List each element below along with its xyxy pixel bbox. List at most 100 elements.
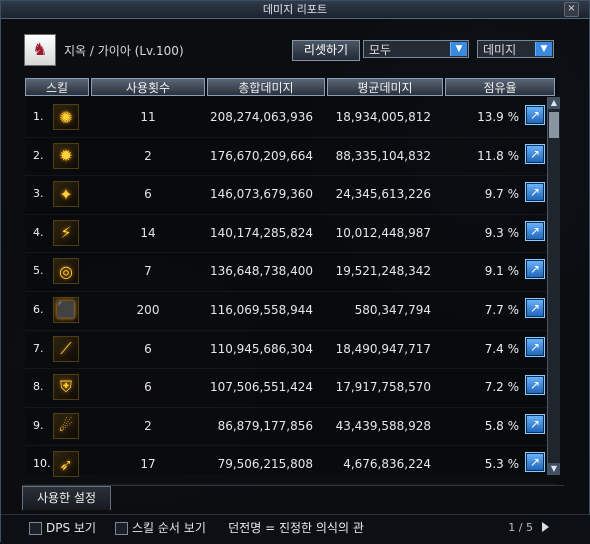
rank-label: 4. [33,225,44,239]
tab-used-settings[interactable]: 사용한 설정 [22,486,111,510]
uses-value: 11 [140,110,156,124]
spark-icon: ✦ [53,181,79,208]
table-row: 8. ⛨ 6 107,506,551,424 17,917,758,570 7.… [25,369,557,408]
window-titlebar: 데미지 리포트 × [1,1,589,19]
metric-value: 데미지 [483,43,517,57]
uses-value: 200 [136,302,160,317]
share-icon[interactable]: ↗ [525,182,545,203]
lance-icon: ➶ [53,451,79,478]
total-damage-value: 116,069,558,944 [209,302,313,317]
average-damage-value: 10,012,448,987 [335,225,431,240]
share-value: 9.7 % [484,187,519,202]
share-value: 5.8 % [484,418,519,433]
chevron-down-icon: ▼ [450,42,467,56]
share-icon[interactable]: ↗ [525,297,545,318]
share-value: 7.4 % [484,341,519,356]
rank-label: 8. [33,380,44,394]
flash-icon: ⚡ [53,219,79,246]
average-damage-value: 17,917,758,570 [335,380,431,395]
uses-value: 6 [144,341,152,356]
share-icon[interactable]: ↗ [525,336,545,357]
damage-table: 스킬 사용횟수 총합데미지 평균데미지 점유율 1. ✺ 11 208,274,… [25,78,557,485]
share-value: 7.7 % [484,302,519,317]
uses-value: 2 [144,148,152,163]
filter-value: 모두 [369,43,392,57]
total-damage-value: 176,670,209,664 [209,148,313,163]
rank-label: 7. [33,341,44,355]
total-damage-value: 110,945,686,304 [209,341,313,356]
share-value: 7.2 % [484,380,519,395]
average-damage-value: 18,490,947,717 [335,341,431,356]
uses-value: 17 [140,457,156,472]
total-damage-value: 140,174,285,824 [209,225,313,240]
slash-icon: ⟋ [53,335,79,362]
total-damage-value: 79,506,215,808 [217,457,313,472]
total-damage-value: 107,506,551,424 [209,380,313,395]
rank-label: 10. [33,457,51,471]
uses-value: 6 [144,187,152,202]
close-icon[interactable]: × [564,2,579,17]
table-row: 9. ☄ 2 86,879,177,856 43,439,588,928 5.8… [25,408,557,447]
total-damage-value: 146,073,679,360 [209,187,313,202]
metric-dropdown[interactable]: 데미지 ▼ [477,40,554,58]
average-damage-value: 19,521,248,342 [335,264,431,279]
share-icon[interactable]: ↗ [525,452,545,473]
shield-icon: ⛨ [53,374,79,401]
uses-value: 14 [140,225,156,240]
share-icon[interactable]: ↗ [525,105,545,125]
next-page-icon[interactable] [542,522,549,532]
average-damage-value: 4,676,836,224 [343,457,431,472]
average-damage-value: 580,347,794 [354,302,431,317]
player-avatar: ♞ [24,34,56,66]
total-damage-value: 208,274,063,936 [209,110,313,124]
share-value: 9.1 % [484,264,519,279]
scroll-thumb[interactable] [549,112,559,138]
rank-label: 3. [33,187,44,201]
reset-button[interactable]: 리셋하기 [292,40,360,61]
column-average-damage: 평균데미지 [327,78,443,96]
rank-label: 5. [33,264,44,278]
shield-pulse-icon: ⬛ [53,296,79,323]
share-icon[interactable]: ↗ [525,413,545,434]
table-row: 3. ✦ 6 146,073,679,360 24,345,613,226 9.… [25,176,557,215]
share-value: 5.3 % [484,457,519,472]
footer-bar: DPS 보기 스킬 순서 보기 던전명 = 진정한 의식의 관 1 / 5 [1,514,590,544]
scroll-down-icon[interactable]: ▼ [548,463,560,475]
total-damage-value: 136,648,738,400 [209,264,313,279]
share-value: 9.3 % [484,225,519,240]
table-row: 2. ✹ 2 176,670,209,664 88,335,104,832 11… [25,138,557,177]
share-icon[interactable]: ↗ [525,375,545,396]
filter-dropdown[interactable]: 모두 ▼ [363,40,469,58]
damage-report-window: 데미지 리포트 × ♞ 지옥 / 가이아 (Lv.100) 리셋하기 모두 ▼ … [0,0,590,544]
window-title: 데미지 리포트 [262,3,328,16]
average-damage-value: 24,345,613,226 [335,187,431,202]
rank-label: 1. [33,110,44,123]
table-rows: 1. ✺ 11 208,274,063,936 18,934,005,812 1… [25,99,557,485]
share-icon[interactable]: ↗ [525,143,545,164]
scroll-up-icon[interactable]: ▲ [548,97,560,109]
average-damage-value: 88,335,104,832 [335,148,431,163]
total-damage-value: 86,879,177,856 [217,418,313,433]
table-scrollbar[interactable]: ▲ ▼ [547,97,560,475]
table-row: 5. ◎ 7 136,648,738,400 19,521,248,342 9.… [25,253,557,292]
share-value: 11.8 % [477,148,519,163]
column-total-damage: 총합데미지 [207,78,325,96]
rank-label: 6. [33,302,44,316]
dungeon-hint: 던전명 = 진정한 의식의 관 [228,521,364,535]
share-icon[interactable]: ↗ [525,259,545,280]
share-icon[interactable]: ↗ [525,220,545,241]
page-indicator: 1 / 5 [508,521,533,534]
average-damage-value: 43,439,588,928 [335,418,431,433]
table-row: 10. ➶ 17 79,506,215,808 4,676,836,224 5.… [25,446,557,485]
average-damage-value: 18,934,005,812 [335,110,431,124]
player-name: 지옥 / 가이아 (Lv.100) [64,44,184,58]
tab-bar: 사용한 설정 [22,485,564,510]
report-header: ♞ 지옥 / 가이아 (Lv.100) 리셋하기 모두 ▼ 데미지 ▼ [24,34,564,68]
table-row: 7. ⟋ 6 110,945,686,304 18,490,947,717 7.… [25,331,557,370]
fire-burst-icon: ✹ [53,142,79,169]
column-uses: 사용횟수 [91,78,205,96]
table-row: 4. ⚡ 14 140,174,285,824 10,012,448,987 9… [25,215,557,254]
dragon-icon: ☄ [53,412,79,439]
table-row: 6. ⬛ 200 116,069,558,944 580,347,794 7.7… [25,292,557,331]
column-share: 점유율 [445,78,555,96]
